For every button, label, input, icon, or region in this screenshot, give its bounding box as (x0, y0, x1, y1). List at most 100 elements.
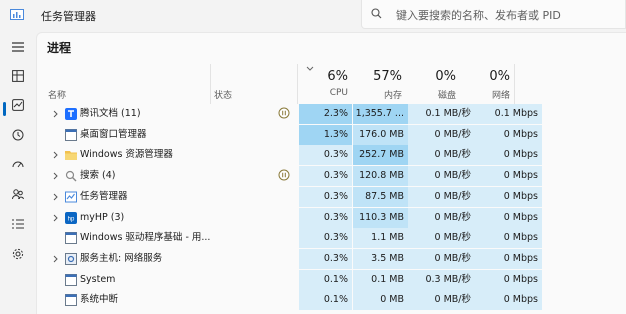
nav-services-icon[interactable] (8, 244, 28, 264)
memory-value: 1,355.7 ... (355, 108, 404, 119)
network-value: 0 Mbps (503, 128, 538, 140)
process-name: 系统中断 (80, 294, 119, 306)
paused-icon (278, 169, 290, 181)
disk-value: 0.1 MB/秒 (425, 108, 471, 119)
nav-active-indicator (3, 102, 6, 116)
memory-value: 0.1 MB (371, 273, 404, 285)
search-app-icon (65, 170, 77, 182)
tencent-docs-icon (65, 108, 77, 120)
chevron-right-icon[interactable] (53, 172, 59, 180)
service-host-icon (65, 252, 77, 265)
chevron-right-icon[interactable] (53, 214, 59, 222)
cpu-value: 0.3% (323, 232, 348, 244)
cpu-percent[interactable]: 6% (298, 69, 348, 84)
column-cpu[interactable]: CPU (298, 88, 348, 98)
cpu-value: 2.3% (323, 108, 348, 119)
process-name: Windows 资源管理器 (80, 149, 173, 161)
network-percent[interactable]: 0% (458, 69, 510, 84)
search-icon (371, 8, 382, 19)
myhp-icon: hp (65, 211, 77, 224)
memory-value: 1.1 MB (371, 232, 404, 244)
table-row[interactable]: 服务主机: 网络服务 0.3% 3.5 MB 0 MB/秒 0 Mbps (37, 248, 626, 269)
cpu-value: 1.3% (323, 128, 348, 140)
app-title: 任务管理器 (41, 10, 96, 23)
disk-value: 0 MB/秒 (434, 149, 471, 161)
table-row[interactable]: 桌面窗口管理器 1.3% 176.0 MB 0 MB/秒 0 Mbps (37, 124, 626, 145)
cpu-value: 0.1% (323, 273, 348, 285)
disk-value: 0 MB/秒 (434, 128, 471, 140)
network-value: 0 Mbps (503, 190, 538, 202)
process-name: 搜索 (4) (80, 170, 116, 182)
disk-value: 0 MB/秒 (434, 211, 471, 223)
disk-value: 0.3 MB/秒 (425, 273, 471, 285)
nav-app-history-icon[interactable] (8, 125, 28, 145)
cpu-value: 0.3% (323, 149, 348, 161)
nav-rail (0, 32, 36, 314)
disk-value: 0 MB/秒 (434, 232, 471, 244)
svg-text:hp: hp (68, 216, 75, 222)
process-name: 任务管理器 (80, 190, 128, 202)
cpu-value: 0.3% (323, 190, 348, 202)
search-placeholder: 键入要搜索的名称、发布者或 PID (396, 9, 561, 22)
window-icon (65, 232, 77, 245)
task-manager-icon (65, 191, 77, 203)
memory-value: 110.3 MB (359, 211, 404, 223)
column-status[interactable]: 状态 (214, 88, 232, 101)
column-memory[interactable]: 内存 (350, 88, 402, 101)
memory-percent[interactable]: 57% (350, 69, 402, 84)
chevron-right-icon[interactable] (53, 255, 59, 263)
column-divider (210, 64, 211, 104)
memory-value: 3.5 MB (371, 252, 404, 264)
disk-value: 0 MB/秒 (434, 170, 471, 182)
table-row[interactable]: 系统中断 0.1% 0 MB 0 MB/秒 0 Mbps (37, 290, 626, 311)
table-row[interactable]: 腾讯文档 (11) 2.3% 1,355.7 ... 0.1 MB/秒 0.1 Mbps (37, 104, 626, 124)
process-name: 腾讯文档 (11) (80, 108, 141, 119)
process-name: 服务主机: 网络服务 (80, 252, 163, 264)
window-icon (65, 128, 77, 141)
paused-icon (278, 107, 290, 119)
column-name[interactable]: 名称 (48, 88, 66, 101)
nav-details-icon[interactable] (8, 214, 28, 234)
nav-processes-icon[interactable] (8, 66, 28, 86)
table-row[interactable]: Windows 驱动程序基础 - 用... 0.3% 1.1 MB 0 MB/秒 0 M… (37, 228, 626, 249)
cpu-value: 0.3% (323, 211, 348, 223)
nav-users-icon[interactable] (8, 184, 28, 204)
cpu-value: 0.3% (323, 252, 348, 264)
table-row[interactable]: hp myHP (3) 0.3% 110.3 MB 0 MB/秒 0 Mbps (37, 207, 626, 228)
chevron-right-icon[interactable] (53, 110, 59, 118)
search-input[interactable]: 键入要搜索的名称、发布者或 PID (361, 0, 626, 29)
disk-value: 0 MB/秒 (434, 294, 471, 306)
chevron-right-icon[interactable] (53, 151, 59, 159)
window-icon (65, 294, 77, 307)
task-manager-app-icon (10, 9, 24, 20)
nav-performance-icon[interactable] (8, 95, 28, 115)
table-row[interactable]: Windows 资源管理器 0.3% 252.7 MB 0 MB/秒 0 Mbps (37, 145, 626, 166)
network-value: 0 Mbps (503, 294, 538, 306)
nav-startup-icon[interactable] (8, 154, 28, 174)
window-icon (65, 273, 77, 286)
folder-icon (65, 151, 77, 161)
chevron-right-icon[interactable] (53, 193, 59, 201)
table-row[interactable]: 任务管理器 0.3% 87.5 MB 0 MB/秒 0 Mbps (37, 186, 626, 207)
process-name: System (80, 273, 116, 285)
process-name: Windows 驱动程序基础 - 用... (80, 232, 211, 244)
table-row[interactable]: System 0.1% 0.1 MB 0.3 MB/秒 0 Mbps (37, 269, 626, 290)
column-network[interactable]: 网络 (458, 88, 510, 101)
memory-value: 120.8 MB (359, 170, 404, 182)
memory-value: 176.0 MB (359, 128, 404, 140)
process-name: 桌面窗口管理器 (80, 128, 147, 140)
column-disk[interactable]: 磁盘 (404, 88, 456, 101)
process-name: myHP (3) (80, 211, 125, 223)
network-value: 0 Mbps (503, 170, 538, 182)
cpu-value: 0.1% (323, 294, 348, 306)
network-value: 0 Mbps (503, 232, 538, 244)
title-bar: 任务管理器 键入要搜索的名称、发布者或 PID (0, 0, 626, 32)
disk-value: 0 MB/秒 (434, 252, 471, 264)
page-title: 进程 (47, 41, 72, 55)
network-value: 0 Mbps (503, 211, 538, 223)
column-divider (514, 64, 515, 104)
memory-value: 0 MB (380, 294, 404, 306)
table-row[interactable]: 搜索 (4) 0.3% 120.8 MB 0 MB/秒 0 Mbps (37, 166, 626, 187)
disk-percent[interactable]: 0% (404, 69, 456, 84)
menu-icon[interactable] (8, 37, 28, 57)
